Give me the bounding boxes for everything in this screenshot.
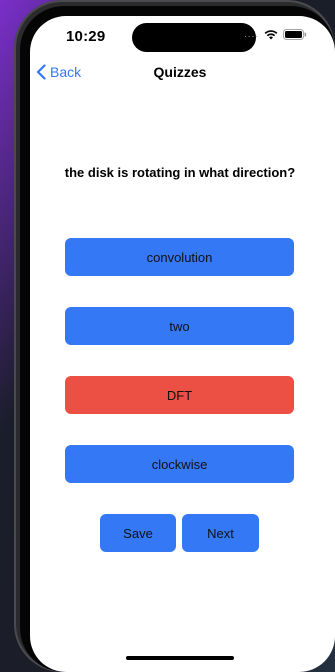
answer-label: clockwise (151, 456, 208, 472)
next-button[interactable]: Next (182, 514, 259, 552)
wifi-icon (264, 30, 278, 40)
answer-label: convolution (146, 249, 213, 265)
save-button[interactable]: Save (100, 514, 176, 552)
status-time: 10:29 (66, 28, 106, 45)
home-indicator[interactable] (126, 656, 234, 660)
answer-label: DFT (166, 387, 193, 403)
phone-screen: 10:29 .... Back Quizzes the disk is rota… (30, 16, 335, 672)
signal-dots: .... (244, 29, 260, 40)
next-label: Next (207, 525, 234, 541)
page-title: Quizzes (153, 64, 207, 80)
save-label: Save (123, 525, 153, 541)
answer-label: two (169, 318, 190, 334)
answer-button-4[interactable]: clockwise (65, 445, 294, 483)
battery-icon (283, 29, 307, 40)
answer-button-2[interactable]: two (65, 307, 294, 345)
answer-button-3[interactable]: DFT (65, 376, 294, 414)
question-text: the disk is rotating in what direction? (64, 165, 296, 180)
answer-button-1[interactable]: convolution (65, 238, 294, 276)
status-icons: .... (244, 29, 307, 40)
dynamic-island (132, 23, 256, 52)
